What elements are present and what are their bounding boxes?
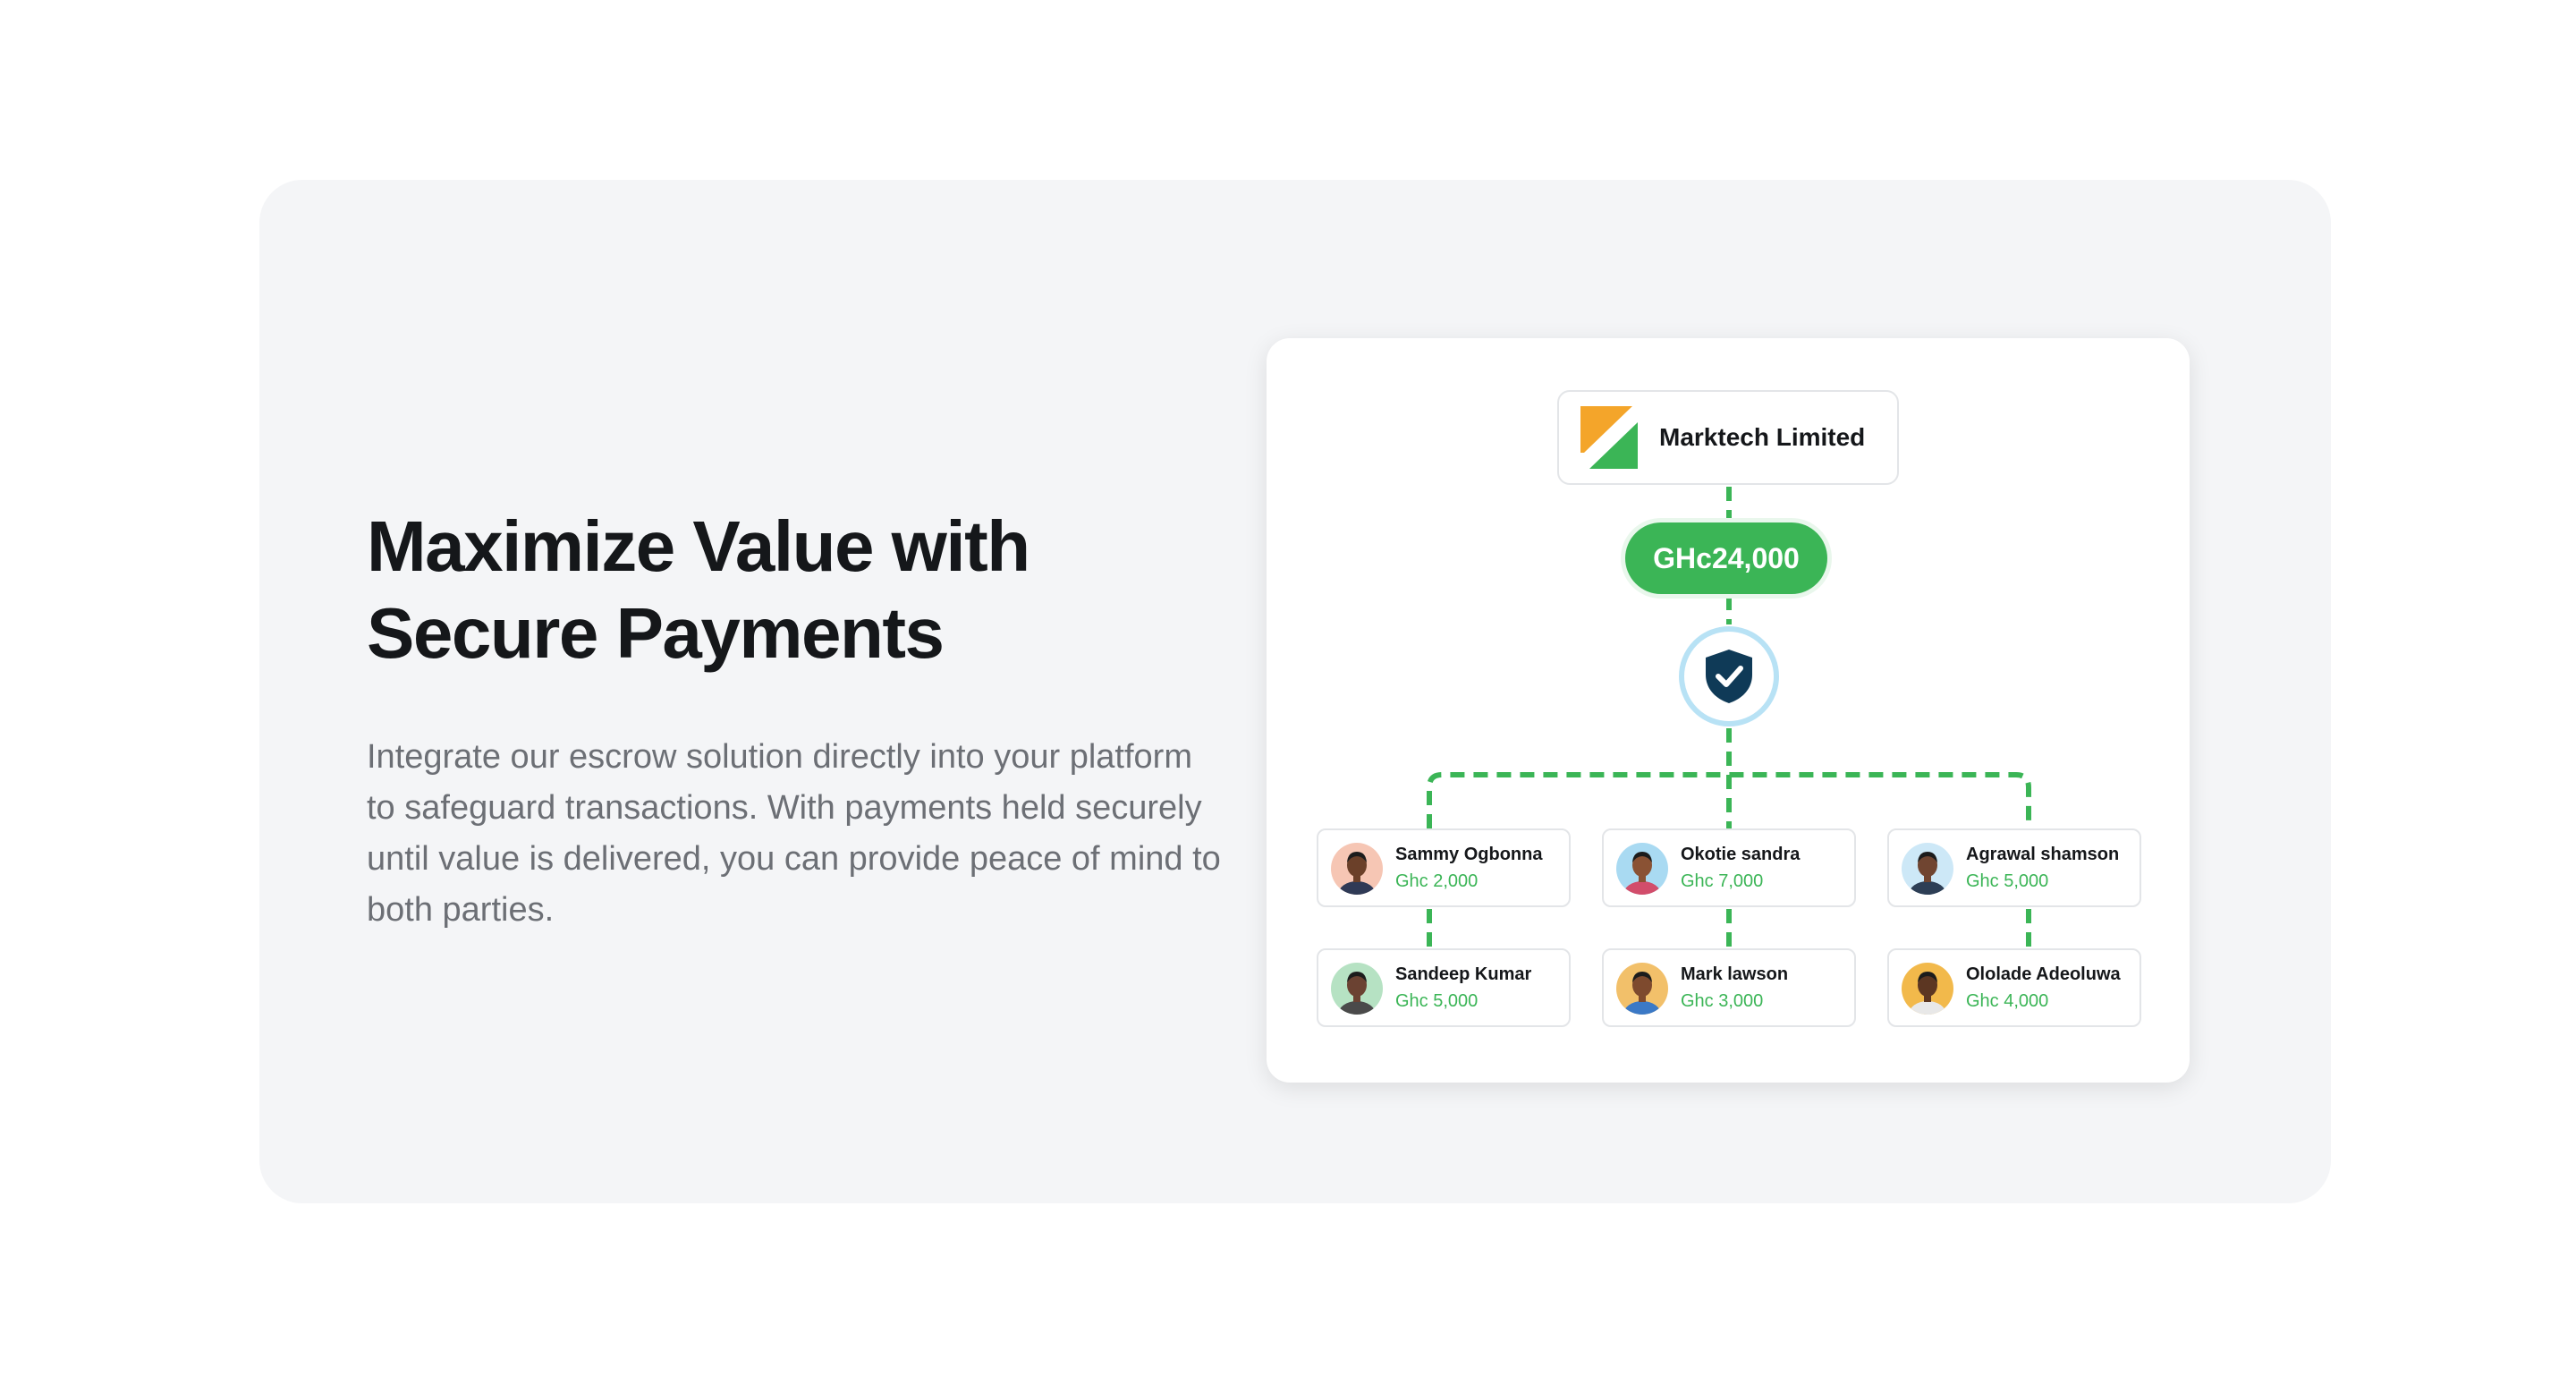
recipient-card: Agrawal shamson Ghc 5,000	[1887, 828, 2141, 907]
recipient-name: Sammy Ogbonna	[1395, 845, 1543, 864]
company-logo-icon	[1580, 406, 1638, 469]
recipient-amount: Ghc 5,000	[1966, 871, 2049, 891]
recipient-card: Sammy Ogbonna Ghc 2,000	[1317, 828, 1571, 907]
avatar	[1616, 843, 1668, 895]
avatar	[1331, 963, 1383, 1015]
person-avatar-icon	[1902, 843, 1953, 895]
recipient-name: Ololade Adeoluwa	[1966, 964, 2121, 984]
escrow-shield	[1679, 626, 1779, 726]
recipient-name: Sandeep Kumar	[1395, 964, 1532, 984]
person-avatar-icon	[1902, 963, 1953, 1015]
recipient-name: Agrawal shamson	[1966, 845, 2120, 864]
avatar	[1616, 963, 1668, 1015]
person-avatar-icon	[1331, 843, 1383, 895]
recipient-card: Mark lawson Ghc 3,000	[1602, 948, 1856, 1027]
recipient-card: Okotie sandra Ghc 7,000	[1602, 828, 1856, 907]
company-box: Marktech Limited	[1557, 390, 1899, 485]
escrow-diagram-card: Marktech Limited GHc24,000 Sammy Ogbonna…	[1267, 338, 2190, 1083]
recipient-amount: Ghc 7,000	[1681, 871, 1764, 891]
recipient-name: Mark lawson	[1681, 964, 1789, 984]
avatar	[1902, 843, 1953, 895]
shield-check-icon	[1706, 650, 1752, 703]
person-avatar-icon	[1331, 963, 1383, 1015]
company-name: Marktech Limited	[1659, 423, 1866, 451]
description: Integrate our escrow solution directly i…	[367, 738, 1221, 929]
recipient-amount: Ghc 3,000	[1681, 991, 1764, 1011]
recipient-name: Okotie sandra	[1681, 845, 1801, 864]
total-amount-pill: GHc24,000	[1625, 522, 1827, 594]
person-avatar-icon	[1616, 843, 1668, 895]
recipient-amount: Ghc 4,000	[1966, 991, 2049, 1011]
person-avatar-icon	[1616, 963, 1668, 1015]
avatar	[1902, 963, 1953, 1015]
recipient-card: Ololade Adeoluwa Ghc 4,000	[1887, 948, 2141, 1027]
avatar	[1331, 843, 1383, 895]
recipient-amount: Ghc 2,000	[1395, 871, 1479, 891]
recipient-amount: Ghc 5,000	[1395, 991, 1479, 1011]
recipient-card: Sandeep Kumar Ghc 5,000	[1317, 948, 1571, 1027]
headline: Maximize Value with Secure Payments	[367, 506, 1030, 673]
